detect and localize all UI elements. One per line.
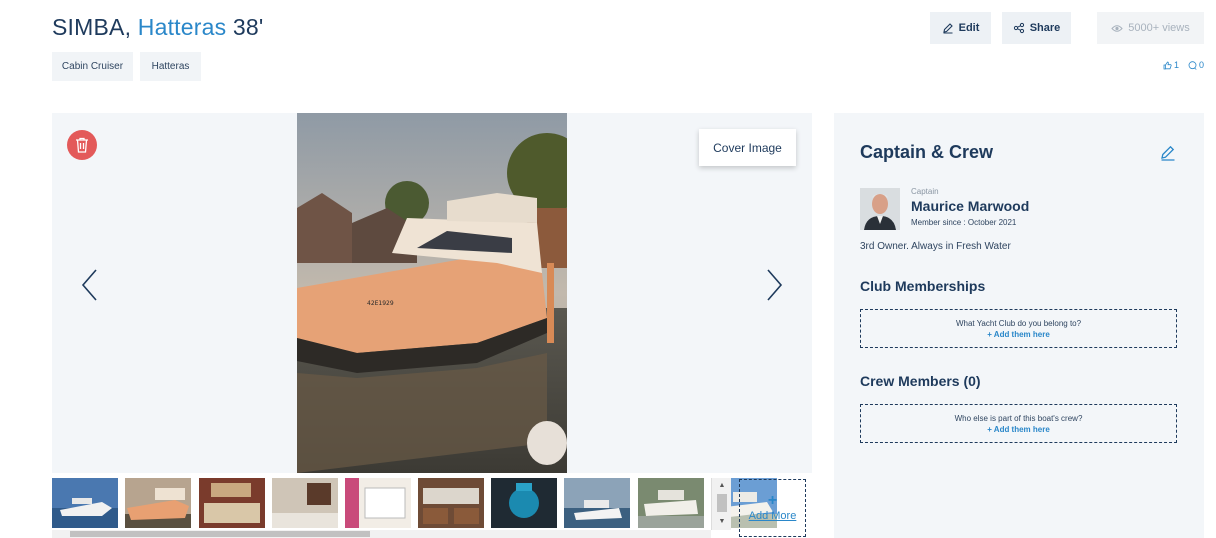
panel-title: Captain & Crew <box>860 142 994 162</box>
cover-image-label: Cover Image <box>713 140 782 155</box>
add-more-label: Add More <box>748 510 797 522</box>
share-button[interactable]: Share <box>1002 12 1071 44</box>
engagement-stats: 1 0 <box>1163 60 1204 70</box>
comment-icon <box>1188 60 1197 70</box>
svg-text:42E1929: 42E1929 <box>367 300 394 307</box>
plus-icon: + <box>767 492 778 509</box>
avatar[interactable] <box>860 188 900 230</box>
tag-label: Hatteras <box>151 61 190 72</box>
main-boat-photo[interactable]: 42E1929 <box>297 113 567 473</box>
edit-crew-pencil-icon[interactable] <box>1160 145 1176 161</box>
captain-role: Captain <box>911 187 939 196</box>
cover-image-button[interactable]: Cover Image <box>699 129 796 166</box>
boat-model-link[interactable]: Hatteras <box>138 14 227 40</box>
eye-icon <box>1111 24 1123 32</box>
crew-question: Who else is part of this boat's crew? <box>954 413 1083 423</box>
views-label: 5000+ views <box>1128 22 1190 34</box>
add-club-box[interactable]: What Yacht Club do you belong to? + Add … <box>860 309 1177 348</box>
thumbs-up-icon <box>1163 61 1172 69</box>
share-icon <box>1013 22 1024 34</box>
edit-label: Edit <box>958 22 980 34</box>
thumbnail[interactable] <box>491 478 557 528</box>
comment-button[interactable]: 0 <box>1188 60 1204 70</box>
captain-name[interactable]: Maurice Marwood <box>911 198 1029 214</box>
views-badge: 5000+ views <box>1097 12 1204 44</box>
add-club-link[interactable]: + Add them here <box>987 330 1050 339</box>
like-button[interactable]: 1 <box>1163 60 1179 70</box>
thumbnail[interactable] <box>52 478 118 528</box>
thumbnail[interactable] <box>564 478 630 528</box>
thumbnail-strip <box>52 478 777 530</box>
scrollbar-thumb[interactable] <box>717 494 727 512</box>
tag-hatteras[interactable]: Hatteras <box>140 52 201 81</box>
comments-count: 0 <box>1198 60 1204 70</box>
crew-members-title: Crew Members (0) <box>860 373 981 389</box>
scrollbar-thumb[interactable] <box>70 531 370 537</box>
captain-bio: 3rd Owner. Always in Fresh Water <box>860 241 1011 252</box>
club-memberships-title: Club Memberships <box>860 278 986 294</box>
thumbnail[interactable] <box>638 478 704 528</box>
thumbnail[interactable] <box>125 478 191 528</box>
previous-photo-chevron-icon[interactable] <box>80 268 100 302</box>
add-crew-box[interactable]: Who else is part of this boat's crew? + … <box>860 404 1177 443</box>
boat-name: SIMBA, <box>52 14 132 40</box>
edit-button[interactable]: Edit <box>930 12 991 44</box>
boat-photo-image: 42E1929 <box>297 113 567 473</box>
thumbnail-horizontal-scrollbar[interactable] <box>52 530 711 538</box>
delete-photo-button[interactable] <box>67 130 97 160</box>
thumbnail[interactable] <box>345 478 411 528</box>
boat-length: 38' <box>232 14 264 40</box>
next-photo-chevron-icon[interactable] <box>764 268 784 302</box>
pencil-icon <box>942 23 953 34</box>
captain-crew-panel: Captain & Crew Captain Maurice Marwood M… <box>834 113 1204 538</box>
add-crew-link[interactable]: + Add them here <box>987 425 1050 434</box>
scroll-up-arrow-icon[interactable]: ▲ <box>712 480 732 492</box>
likes-count: 1 <box>1173 60 1179 70</box>
page-title: SIMBA, Hatteras 38' <box>52 14 263 41</box>
tag-label: Cabin Cruiser <box>61 61 124 72</box>
thumbnail-vertical-scrollbar[interactable]: ▲ ▼ <box>711 478 731 530</box>
share-label: Share <box>1029 22 1061 34</box>
club-question: What Yacht Club do you belong to? <box>955 318 1082 328</box>
trash-icon <box>76 137 88 153</box>
thumbnail[interactable] <box>272 478 338 528</box>
thumbnail[interactable] <box>418 478 484 528</box>
tag-cabin-cruiser[interactable]: Cabin Cruiser <box>52 52 133 81</box>
member-since: Member since : October 2021 <box>911 218 1017 227</box>
add-more-photos-button[interactable]: + Add More <box>739 479 806 537</box>
scroll-down-arrow-icon[interactable]: ▼ <box>712 516 732 528</box>
photo-gallery: 42E1929 Cover Image <box>52 113 812 473</box>
thumbnail[interactable] <box>199 478 265 528</box>
